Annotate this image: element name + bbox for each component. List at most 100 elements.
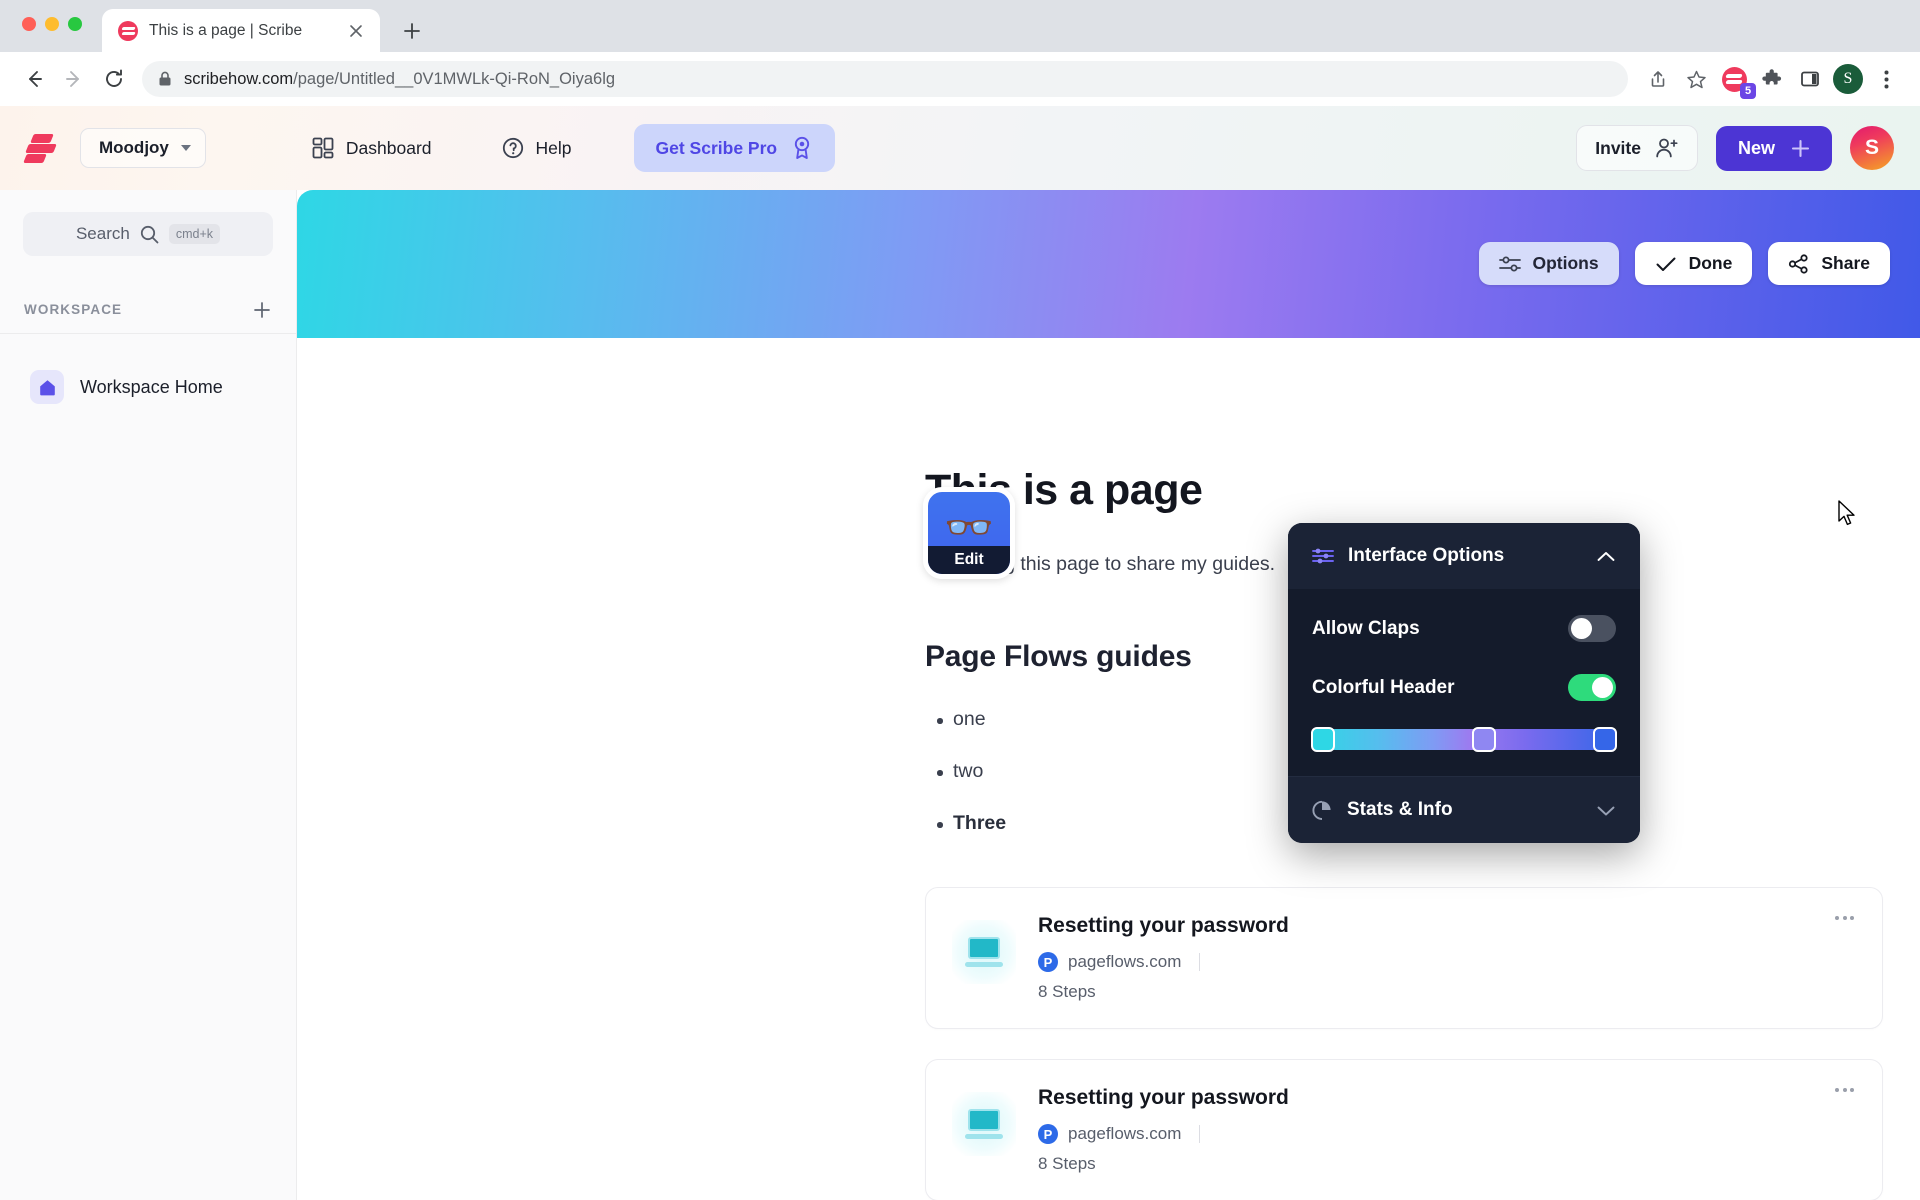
scribe-app: Moodjoy Dashboard Help Get Scribe Pro In… [0,106,1920,1200]
interface-options-header[interactable]: Interface Options [1288,523,1640,589]
get-scribe-pro-button[interactable]: Get Scribe Pro [633,124,836,172]
search-label: Search [75,224,130,243]
invite-button[interactable]: Invite [1576,125,1698,171]
invite-button-label: Invite [1595,137,1641,158]
window-traffic-lights[interactable] [22,17,82,31]
stats-info-title: Stats & Info [1347,799,1453,820]
extensions-puzzle-icon[interactable] [1754,61,1790,97]
page-cover-banner[interactable]: Options Done Share [297,190,1920,338]
main-content: Options Done Share 👓 Edit This is a page… [297,190,1920,1200]
nav-help[interactable]: Help [484,128,590,168]
done-button-label: Done [1688,253,1733,273]
add-workspace-item-button[interactable] [252,300,272,320]
ribbon-badge-icon [791,136,813,160]
guide-card-title[interactable]: Resetting your password [1038,1086,1858,1110]
tab-title: This is a page | Scribe [149,21,303,39]
guide-card-meta: P pageflows.com [1038,1124,1858,1144]
allow-claps-toggle[interactable] [1568,615,1616,642]
guide-card-body: Resetting your password P pageflows.com … [1038,914,1858,1002]
scribe-logo-icon[interactable] [23,133,58,163]
bookmark-star-icon[interactable] [1678,61,1714,97]
gradient-stop-1[interactable] [1311,727,1335,752]
minimize-window-button[interactable] [45,17,59,31]
sliders-icon [1498,255,1521,273]
page-content: This is a page I am using this page to s… [297,338,1920,1200]
scribe-extension-icon[interactable]: 5 [1716,61,1756,99]
chrome-profile-avatar[interactable]: S [1830,61,1866,97]
sidebar-section-label: WORKSPACE [24,302,123,317]
guide-card-title[interactable]: Resetting your password [1038,914,1858,938]
guide-card-domain: pageflows.com [1068,952,1182,971]
scribe-favicon-icon [118,20,138,41]
interface-options-body: Allow Claps Colorful Header [1288,589,1640,776]
meta-divider [1199,953,1201,971]
gradient-stop-3[interactable] [1593,727,1617,752]
header-gradient-picker[interactable] [1311,727,1617,752]
close-window-button[interactable] [22,17,36,31]
guide-card[interactable]: Resetting your password P pageflows.com … [925,1059,1883,1200]
sidebar-item-workspace-home[interactable]: Workspace Home [18,360,278,414]
colorful-header-row: Colorful Header [1312,658,1616,717]
options-button-label: Options [1532,253,1599,273]
page-avatar[interactable]: 👓 Edit [923,487,1015,579]
workspace-switcher[interactable]: Moodjoy [80,128,206,168]
share-nodes-icon [1788,253,1809,274]
more-horizontal-icon[interactable] [1829,910,1860,926]
search-icon [140,225,159,244]
reload-button[interactable] [96,61,132,97]
url-text: scribehow.com/page/Untitled__0V1MWLk-Qi-… [184,69,616,88]
check-icon [1655,255,1677,273]
pageflows-favicon-icon: P [1038,1124,1058,1144]
maximize-window-button[interactable] [68,17,82,31]
side-panel-icon[interactable] [1792,61,1828,97]
nav-dashboard-label: Dashboard [345,137,432,158]
user-plus-icon [1655,137,1679,159]
sidebar-section-workspace: WORKSPACE [0,301,296,334]
browser-toolbar: scribehow.com/page/Untitled__0V1MWLk-Qi-… [0,52,1920,106]
nav-dashboard[interactable]: Dashboard [294,128,450,168]
allow-claps-label: Allow Claps [1312,617,1420,639]
browser-tab[interactable]: This is a page | Scribe [102,9,380,52]
options-button[interactable]: Options [1478,242,1619,285]
chevron-up-icon[interactable] [1596,550,1616,563]
allow-claps-row: Allow Claps [1312,599,1616,658]
back-button[interactable] [16,61,52,97]
meta-divider [1199,1125,1201,1143]
chevron-down-icon[interactable] [1596,804,1616,817]
pie-chart-icon [1312,800,1333,821]
browser-chrome: This is a page | Scribe scribehow.com/pa… [0,0,1920,106]
address-bar[interactable]: scribehow.com/page/Untitled__0V1MWLk-Qi-… [142,61,1628,97]
colorful-header-toggle[interactable] [1568,674,1616,701]
guide-card-steps: 8 Steps [1038,982,1096,1001]
user-avatar[interactable]: S [1850,126,1894,170]
pageflows-favicon-icon: P [1038,952,1058,972]
guide-card-meta: P pageflows.com [1038,952,1858,972]
close-icon[interactable] [344,19,368,43]
nav-help-label: Help [535,137,572,158]
done-button[interactable]: Done [1634,242,1753,285]
colorful-header-label: Colorful Header [1312,676,1455,698]
page-title[interactable]: This is a page [925,466,1920,515]
search-input[interactable]: Search cmd+k [23,212,273,256]
new-button-label: New [1737,137,1775,158]
chrome-menu-icon[interactable] [1868,61,1904,97]
guide-card[interactable]: Resetting your password P pageflows.com … [925,887,1883,1029]
new-tab-button[interactable] [396,15,428,47]
glasses-icon: 👓 [944,506,994,550]
page-avatar-edit-label[interactable]: Edit [928,546,1010,574]
extension-badge-count: 5 [1740,83,1756,99]
gradient-stop-2[interactable] [1472,727,1496,752]
new-button[interactable]: New [1715,125,1832,171]
interface-options-panel: Interface Options Allow Claps Colorful H… [1288,523,1640,843]
guide-card-domain: pageflows.com [1068,1124,1182,1143]
share-icon[interactable] [1640,61,1676,97]
forward-button[interactable] [56,61,92,97]
question-circle-icon [502,137,524,159]
cover-action-buttons: Options Done Share [1478,242,1890,285]
share-button[interactable]: Share [1768,242,1890,285]
profile-initial: S [1833,64,1863,94]
laptop-icon [952,920,1016,984]
dashboard-grid-icon [312,137,334,159]
more-horizontal-icon[interactable] [1829,1082,1860,1098]
stats-info-header[interactable]: Stats & Info [1288,776,1640,843]
